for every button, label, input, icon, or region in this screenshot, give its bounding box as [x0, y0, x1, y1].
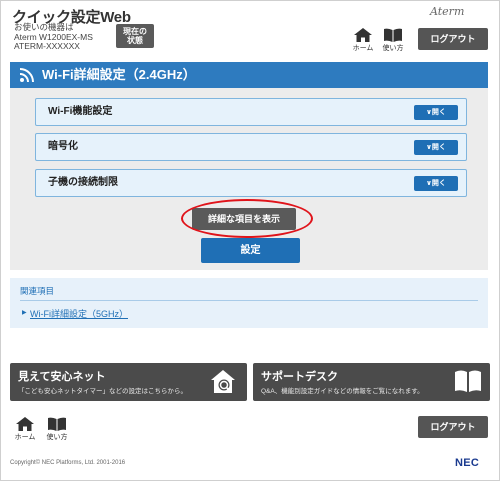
- panel-title-bar: Wi-Fi詳細設定（2.4GHz）: [10, 62, 488, 88]
- open-button-label: 開く: [431, 144, 446, 151]
- footer-manual-button[interactable]: 使い方: [44, 417, 70, 442]
- bullet-icon: ▶: [22, 310, 27, 316]
- section-wifi-function[interactable]: Wi-Fi機能設定 ∨開く: [35, 98, 467, 126]
- banner-description: Q&A、機能別設定ガイドなどの情報をご覧になれます。: [261, 388, 424, 395]
- footer-home-button[interactable]: ホーム: [12, 417, 38, 442]
- status-button-line2: 状態: [127, 36, 143, 45]
- support-desk-banner[interactable]: サポートデスク Q&A、機能別設定ガイドなどの情報をご覧になれます。: [253, 363, 490, 401]
- device-id: ATERM-XXXXXX: [14, 41, 80, 51]
- header: クイック設定Web お使いの機器は Aterm W1200EX-MS ATERM…: [0, 0, 500, 58]
- manual-label: 使い方: [382, 45, 404, 52]
- home-label: ホーム: [14, 434, 36, 441]
- footer-logout-button[interactable]: ログアウト: [418, 416, 488, 438]
- wifi-icon: [19, 68, 34, 83]
- open-book-icon: [455, 370, 481, 392]
- house-search-icon: [211, 370, 235, 393]
- section-label: 子機の接続制限: [48, 177, 118, 188]
- related-items-box: 関連項目 ▶ Wi-Fi詳細設定（5GHz）: [10, 278, 488, 328]
- related-heading: 関連項目: [20, 286, 55, 296]
- open-button[interactable]: ∨開く: [414, 140, 458, 155]
- copyright-text: Copyright© NEC Platforms, Ltd. 2001-2016: [10, 460, 126, 466]
- book-icon: [384, 28, 402, 42]
- open-button[interactable]: ∨開く: [414, 176, 458, 191]
- section-encryption[interactable]: 暗号化 ∨開く: [35, 133, 467, 161]
- logout-button[interactable]: ログアウト: [418, 28, 488, 50]
- open-button[interactable]: ∨開く: [414, 105, 458, 120]
- banner-title: 見えて安心ネット: [18, 371, 106, 383]
- highlight-ellipse: [181, 199, 313, 238]
- open-button-label: 開く: [431, 109, 446, 116]
- wifi-5ghz-link[interactable]: Wi-Fi詳細設定（5GHz）: [30, 307, 128, 320]
- banner-title: サポートデスク: [261, 371, 338, 383]
- current-status-button[interactable]: 現在の 状態: [116, 24, 154, 48]
- mieru-anshin-banner[interactable]: 見えて安心ネット 「こども安心ネットタイマー」などの設定はこちらから。: [10, 363, 247, 401]
- panel-title: Wi-Fi詳細設定（2.4GHz）: [42, 67, 196, 82]
- status-button-line1: 現在の: [123, 27, 147, 36]
- device-info: お使いの機器は Aterm W1200EX-MS ATERM-XXXXXX: [14, 22, 93, 52]
- home-icon: [354, 28, 372, 42]
- home-label: ホーム: [352, 45, 374, 52]
- nec-logo: NEC: [455, 457, 480, 469]
- open-button-label: 開く: [431, 180, 446, 187]
- manual-nav-button[interactable]: 使い方: [380, 28, 406, 53]
- book-icon: [48, 417, 66, 431]
- home-nav-button[interactable]: ホーム: [350, 28, 376, 53]
- divider: [20, 300, 478, 301]
- section-label: 暗号化: [48, 141, 78, 152]
- section-client-restriction[interactable]: 子機の接続制限 ∨開く: [35, 169, 467, 197]
- aterm-logo: Aterm: [430, 5, 465, 18]
- manual-label: 使い方: [46, 434, 68, 441]
- apply-settings-button[interactable]: 設定: [201, 238, 300, 263]
- banner-description: 「こども安心ネットタイマー」などの設定はこちらから。: [18, 388, 187, 395]
- section-label: Wi-Fi機能設定: [48, 106, 113, 117]
- home-icon: [16, 417, 34, 431]
